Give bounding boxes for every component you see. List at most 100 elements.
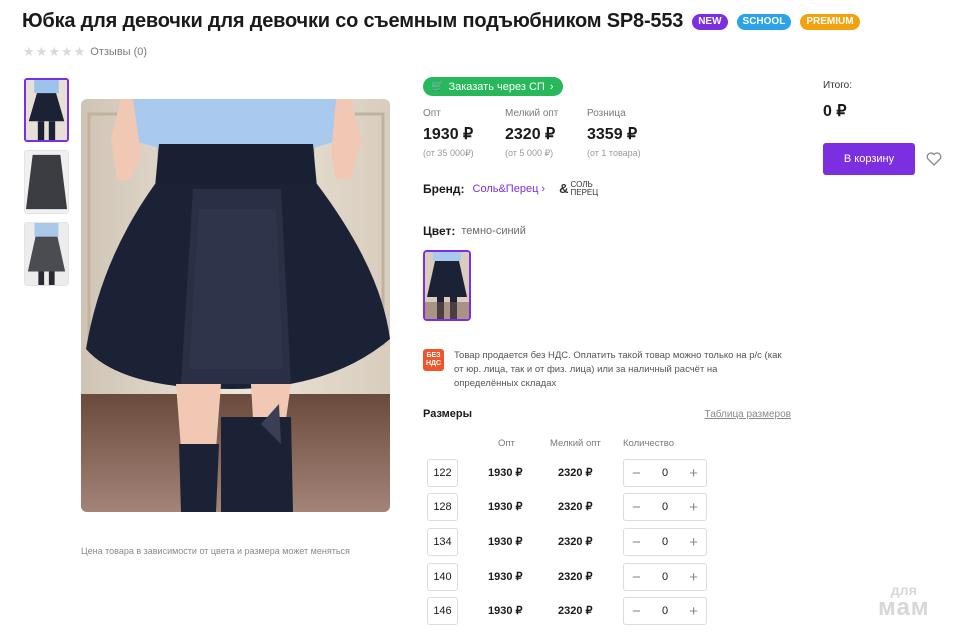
- premium-badge: PREMIUM: [800, 13, 860, 30]
- size-small-opt-price: 2320 ₽: [558, 501, 593, 513]
- rating-stars: ★ ★ ★ ★ ★: [23, 45, 85, 58]
- column-small-opt: Мелкий опт: [550, 438, 601, 449]
- thumbnail-3[interactable]: [24, 222, 69, 286]
- size-label: 134: [427, 528, 458, 556]
- price-threshold: (от 5 000 ₽): [505, 148, 554, 158]
- minus-icon[interactable]: −: [632, 466, 641, 481]
- size-row: 140 1930 ₽ 2320 ₽ − 0 +: [427, 563, 717, 591]
- size-label: 140: [427, 563, 458, 591]
- color-row: Цвет: темно-синий: [423, 224, 526, 238]
- minus-icon[interactable]: −: [632, 570, 641, 585]
- minus-icon[interactable]: −: [632, 604, 641, 619]
- heart-icon[interactable]: [925, 150, 943, 168]
- product-photo[interactable]: [81, 99, 390, 512]
- plus-icon[interactable]: +: [689, 466, 698, 481]
- order-sp-label: Заказать через СП: [448, 80, 545, 93]
- price-block: Опт 1930 ₽ (от 35 000₽) Мелкий опт 2320 …: [423, 108, 669, 159]
- rating-row: ★ ★ ★ ★ ★ Отзывы (0): [23, 45, 147, 58]
- brand-label: Бренд:: [423, 182, 465, 196]
- sizes-header: Размеры Таблица размеров: [423, 408, 791, 420]
- vat-text: Товар продается без НДС. Оплатить такой …: [454, 350, 782, 389]
- thumbnail-list: [24, 78, 69, 286]
- order-sp-button[interactable]: 🛒 Заказать через СП ›: [423, 77, 564, 96]
- size-opt-price: 1930 ₽: [488, 536, 523, 548]
- size-label: 122: [427, 459, 458, 487]
- quantity-stepper: − 0 +: [623, 493, 707, 521]
- no-vat-line1: БЕЗ: [426, 352, 441, 359]
- star-icon: ★: [23, 44, 35, 59]
- quantity-value[interactable]: 0: [662, 501, 668, 513]
- product-image: [81, 99, 390, 512]
- reviews-link[interactable]: Отзывы (0): [90, 46, 147, 58]
- vat-notice: БЕЗ НДС Товар продается без НДС. Оплатить…: [423, 349, 784, 391]
- sizes-title: Размеры: [423, 408, 473, 420]
- ampersand-icon: &: [559, 181, 569, 196]
- no-vat-badge: БЕЗ НДС: [423, 349, 444, 371]
- quantity-stepper: − 0 +: [623, 563, 707, 591]
- quantity-value[interactable]: 0: [662, 571, 668, 583]
- color-label: Цвет:: [423, 224, 456, 238]
- watermark-line2: мам: [878, 594, 930, 621]
- brand-name: Соль&Перец: [472, 183, 539, 195]
- star-icon: ★: [48, 44, 60, 59]
- size-row: 128 1930 ₽ 2320 ₽ − 0 +: [427, 493, 717, 521]
- watermark-logo: для мам: [878, 581, 930, 621]
- price-opt: Опт 1930 ₽ (от 35 000₽): [423, 108, 505, 159]
- size-small-opt-price: 2320 ₽: [558, 467, 593, 479]
- size-opt-price: 1930 ₽: [488, 605, 523, 617]
- total-value: 0 ₽: [823, 103, 847, 120]
- brand-logo-line2: ПЕРЕЦ: [570, 188, 599, 197]
- color-swatch[interactable]: [423, 250, 471, 321]
- thumbnail-image: [25, 223, 68, 285]
- price-note: Цена товара в зависимости от цвета и раз…: [81, 546, 350, 556]
- quantity-stepper: − 0 +: [623, 528, 707, 556]
- cart-icon: 🛒: [431, 81, 444, 92]
- column-opt: Опт: [498, 438, 515, 449]
- thumbnail-2[interactable]: [24, 150, 69, 214]
- column-qty: Количество: [623, 438, 675, 449]
- size-table-link[interactable]: Таблица размеров: [705, 409, 791, 420]
- quantity-stepper: − 0 +: [623, 459, 707, 487]
- price-label: Опт: [423, 108, 441, 119]
- page-title: Юбка для девочки для девочки со съемным …: [22, 10, 684, 32]
- color-value: темно-синий: [461, 225, 526, 237]
- swatch-image: [425, 252, 469, 319]
- star-icon: ★: [35, 44, 48, 59]
- thumbnail-image: [26, 80, 67, 140]
- size-small-opt-price: 2320 ₽: [558, 605, 593, 617]
- brand-logo: & СОЛЬ ПЕРЕЦ: [559, 181, 598, 197]
- price-label: Розница: [587, 108, 626, 119]
- size-small-opt-price: 2320 ₽: [558, 536, 593, 548]
- star-icon: ★: [60, 44, 73, 59]
- price-value: 3359 ₽: [587, 126, 638, 143]
- quantity-value[interactable]: 0: [662, 467, 668, 479]
- brand-row: Бренд: Соль&Перец › & СОЛЬ ПЕРЕЦ: [423, 181, 598, 197]
- title-row: Юбка для девочки для девочки со съемным …: [22, 10, 860, 33]
- price-threshold: (от 35 000₽): [423, 148, 474, 158]
- no-vat-badge-text: БЕЗ НДС: [426, 352, 441, 368]
- size-opt-price: 1930 ₽: [488, 467, 523, 479]
- quantity-value[interactable]: 0: [662, 536, 668, 548]
- brand-link[interactable]: Соль&Перец ›: [473, 183, 546, 195]
- plus-icon[interactable]: +: [689, 570, 698, 585]
- no-vat-line2: НДС: [425, 360, 442, 367]
- plus-icon[interactable]: +: [689, 604, 698, 619]
- add-to-cart-button[interactable]: В корзину: [823, 143, 915, 175]
- thumbnail-1[interactable]: [24, 78, 69, 142]
- minus-icon[interactable]: −: [632, 535, 641, 550]
- total-label: Итого:: [823, 80, 852, 91]
- plus-icon[interactable]: +: [689, 535, 698, 550]
- size-opt-price: 1930 ₽: [488, 501, 523, 513]
- price-small-opt: Мелкий опт 2320 ₽ (от 5 000 ₽): [505, 108, 587, 159]
- minus-icon[interactable]: −: [632, 500, 641, 515]
- plus-icon[interactable]: +: [689, 500, 698, 515]
- size-row: 122 1930 ₽ 2320 ₽ − 0 +: [427, 459, 717, 487]
- size-row: 134 1930 ₽ 2320 ₽ − 0 +: [427, 528, 717, 556]
- quantity-value[interactable]: 0: [662, 605, 668, 617]
- size-small-opt-price: 2320 ₽: [558, 571, 593, 583]
- price-value: 2320 ₽: [505, 126, 556, 143]
- star-icon: ★: [73, 44, 86, 59]
- price-retail: Розница 3359 ₽ (от 1 товара): [587, 108, 669, 159]
- thumbnail-image: [25, 151, 68, 213]
- price-label: Мелкий опт: [505, 108, 559, 119]
